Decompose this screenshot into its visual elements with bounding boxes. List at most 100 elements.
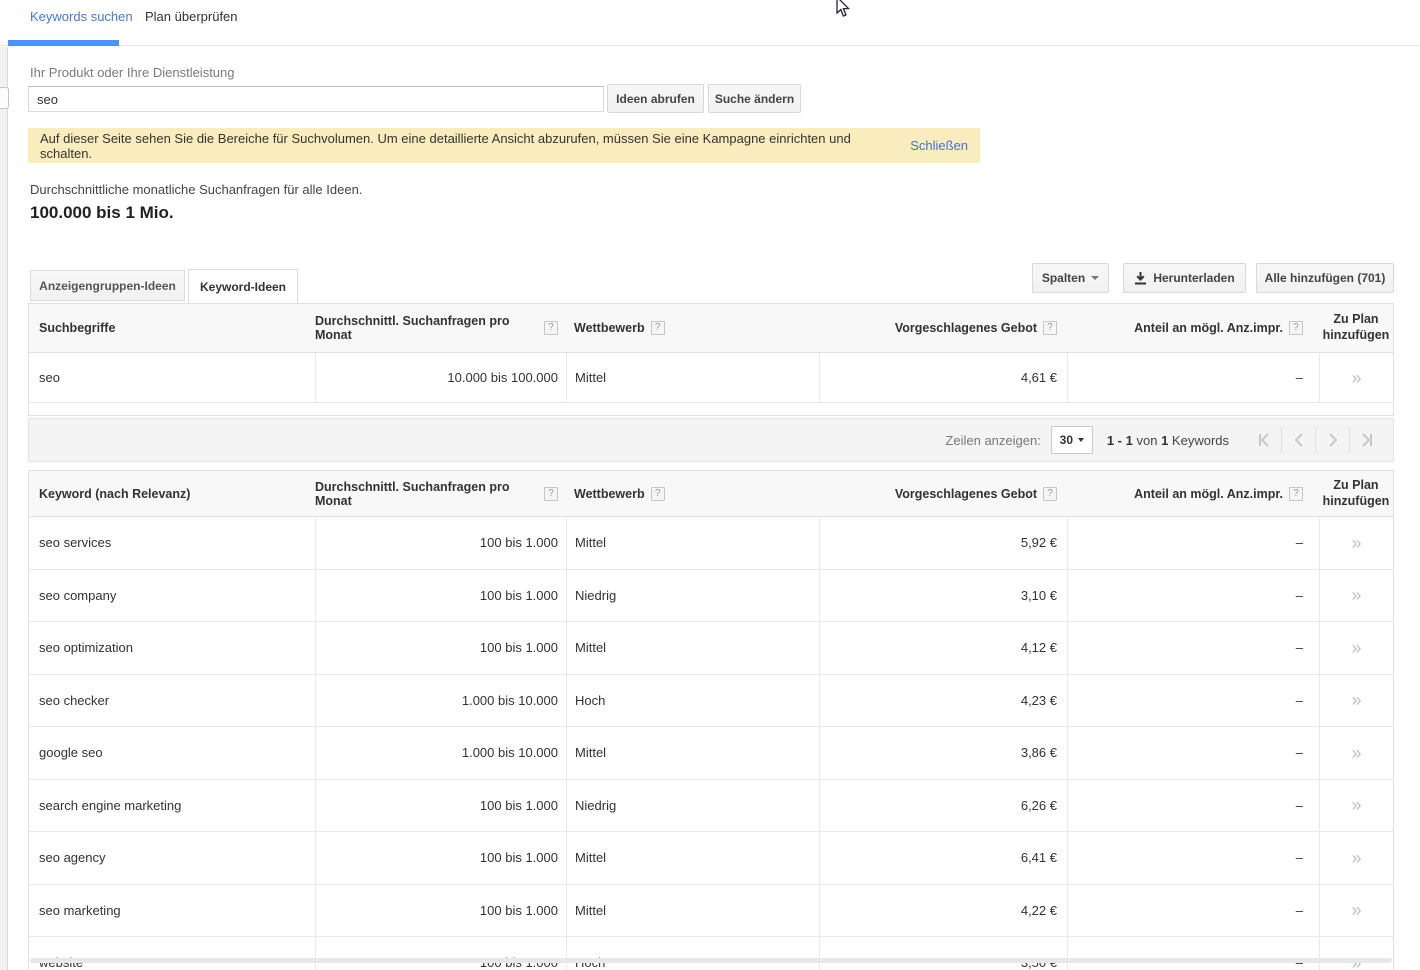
notice-banner: Auf dieser Seite sehen Sie die Bereiche … <box>28 128 980 163</box>
keyword-cell: website <box>29 937 315 970</box>
impression-share-cell: – <box>1067 937 1319 970</box>
header-suchanfragen[interactable]: Durchschnittl. Suchanfragen pro Monat? <box>315 471 566 516</box>
impression-share-cell: – <box>1067 622 1319 674</box>
keyword-cell: search engine marketing <box>29 780 315 832</box>
search-volume-cell: 100 bis 1.000 <box>315 622 566 674</box>
add-to-plan-icon[interactable]: » <box>1351 744 1361 762</box>
competition-cell: Mittel <box>566 885 819 937</box>
table-row: seo 10.000 bis 100.000 Mittel 4,61 € – » <box>29 353 1393 403</box>
notice-close-link[interactable]: Schließen <box>910 138 968 153</box>
header-anteil[interactable]: Anteil an mögl. Anz.impr.? <box>1067 304 1319 352</box>
header-anteil[interactable]: Anteil an mögl. Anz.impr.? <box>1067 471 1319 516</box>
impression-share-cell: – <box>1067 517 1319 569</box>
tab-keywords-suchen[interactable]: Keywords suchen <box>30 9 133 24</box>
suggested-bid-cell: 3,10 € <box>819 570 1067 622</box>
panel-toggle-stub[interactable] <box>0 87 9 109</box>
header-wettbewerb[interactable]: Wettbewerb? <box>566 304 819 352</box>
rows-per-page-select[interactable]: 30 <box>1051 426 1093 454</box>
active-tab-underline <box>8 40 119 46</box>
impression-share-cell: – <box>1067 570 1319 622</box>
columns-button[interactable]: Spalten <box>1032 263 1109 293</box>
competition-cell: Mittel <box>566 622 819 674</box>
add-to-plan-icon[interactable]: » <box>1351 691 1361 709</box>
table-row: search engine marketing 100 bis 1.000 Ni… <box>29 780 1393 833</box>
modify-search-button[interactable]: Suche ändern <box>708 84 801 113</box>
download-button[interactable]: Herunterladen <box>1123 263 1246 293</box>
keyword-ideas-table-header: Keyword (nach Relevanz) Durchschnittl. S… <box>29 471 1393 517</box>
keyword-cell: seo company <box>29 570 315 622</box>
header-zu-plan: Zu Plan hinzufügen <box>1319 471 1393 516</box>
keyword-ideas-table: Keyword (nach Relevanz) Durchschnittl. S… <box>28 470 1394 970</box>
notice-text: Auf dieser Seite sehen Sie die Bereiche … <box>40 131 905 161</box>
table-row: seo services 100 bis 1.000 Mittel 5,92 €… <box>29 517 1393 570</box>
help-icon[interactable]: ? <box>544 321 558 335</box>
last-page-icon[interactable] <box>1349 427 1383 453</box>
add-to-plan-icon[interactable]: » <box>1351 639 1361 657</box>
add-to-plan-cell: » <box>1319 570 1393 622</box>
rows-per-page-value: 30 <box>1060 433 1073 447</box>
header-wettbewerb[interactable]: Wettbewerb? <box>566 471 819 516</box>
impression-share-cell: – <box>1067 885 1319 937</box>
horizontal-scrollbar[interactable] <box>30 958 1392 963</box>
help-icon[interactable]: ? <box>1289 321 1303 335</box>
competition-cell: Niedrig <box>566 780 819 832</box>
tab-anzeigengruppen-ideen[interactable]: Anzeigengruppen-Ideen <box>30 270 185 301</box>
next-page-icon[interactable] <box>1315 427 1349 453</box>
add-to-plan-icon[interactable]: » <box>1351 586 1361 604</box>
help-icon[interactable]: ? <box>544 487 558 501</box>
tab-plan-ueberpruefen[interactable]: Plan überprüfen <box>145 9 238 24</box>
add-to-plan-icon[interactable]: » <box>1351 534 1361 552</box>
get-ideas-button[interactable]: Ideen abrufen <box>607 84 704 113</box>
keyword-cell: google seo <box>29 727 315 779</box>
help-icon[interactable]: ? <box>651 487 665 501</box>
table-row: website 100 bis 1.000 Hoch 3,50 € – » <box>29 937 1393 970</box>
suggested-bid-cell: 4,61 € <box>819 353 1067 402</box>
help-icon[interactable]: ? <box>651 321 665 335</box>
add-to-plan-cell: » <box>1319 675 1393 727</box>
suggested-bid-cell: 6,41 € <box>819 832 1067 884</box>
help-icon[interactable]: ? <box>1043 321 1057 335</box>
keyword-cell: seo marketing <box>29 885 315 937</box>
search-volume-cell: 100 bis 1.000 <box>315 885 566 937</box>
add-to-plan-cell: » <box>1319 885 1393 937</box>
header-suchbegriffe[interactable]: Suchbegriffe <box>29 304 315 352</box>
competition-cell: Hoch <box>566 937 819 970</box>
first-page-icon[interactable] <box>1247 427 1281 453</box>
add-to-plan-cell: » <box>1319 780 1393 832</box>
header-suchanfragen[interactable]: Durchschnittl. Suchanfragen pro Monat? <box>315 304 566 352</box>
table-row: seo agency 100 bis 1.000 Mittel 6,41 € –… <box>29 832 1393 885</box>
help-icon[interactable]: ? <box>1289 487 1303 501</box>
competition-cell: Mittel <box>566 832 819 884</box>
impression-share-cell: – <box>1067 727 1319 779</box>
suggested-bid-cell: 5,92 € <box>819 517 1067 569</box>
keyword-cell: seo checker <box>29 675 315 727</box>
tab-keyword-ideen[interactable]: Keyword-Ideen <box>188 269 298 303</box>
impression-share-cell: – <box>1067 832 1319 884</box>
add-to-plan-icon[interactable]: » <box>1351 369 1361 387</box>
product-search-input[interactable] <box>28 86 604 112</box>
keyword-planner-page: Keywords suchen Plan überprüfen Ihr Prod… <box>0 0 1420 970</box>
search-volume-cell: 100 bis 1.000 <box>315 570 566 622</box>
add-all-button[interactable]: Alle hinzufügen (701) <box>1256 263 1394 293</box>
search-volume-cell: 100 bis 1.000 <box>315 780 566 832</box>
competition-cell: Hoch <box>566 675 819 727</box>
suggested-bid-cell: 4,22 € <box>819 885 1067 937</box>
header-gebot[interactable]: Vorgeschlagenes Gebot? <box>819 304 1067 352</box>
add-to-plan-icon[interactable]: » <box>1351 796 1361 814</box>
search-volume-cell: 100 bis 1.000 <box>315 832 566 884</box>
search-volume-cell: 1.000 bis 10.000 <box>315 675 566 727</box>
help-icon[interactable]: ? <box>1043 487 1057 501</box>
header-keyword-relevanz[interactable]: Keyword (nach Relevanz) <box>29 471 315 516</box>
left-rail <box>0 47 8 970</box>
header-zu-plan: Zu Plan hinzufügen <box>1319 304 1393 352</box>
competition-cell: Mittel <box>566 353 819 402</box>
search-volume-cell: 100 bis 1.000 <box>315 517 566 569</box>
keyword-cell: seo services <box>29 517 315 569</box>
add-to-plan-icon[interactable]: » <box>1351 901 1361 919</box>
search-terms-table-header: Suchbegriffe Durchschnittl. Suchanfragen… <box>29 304 1393 353</box>
previous-page-icon[interactable] <box>1281 427 1315 453</box>
add-to-plan-icon[interactable]: » <box>1351 849 1361 867</box>
header-gebot[interactable]: Vorgeschlagenes Gebot? <box>819 471 1067 516</box>
suggested-bid-cell: 3,86 € <box>819 727 1067 779</box>
product-field-label: Ihr Produkt oder Ihre Dienstleistung <box>30 65 235 80</box>
